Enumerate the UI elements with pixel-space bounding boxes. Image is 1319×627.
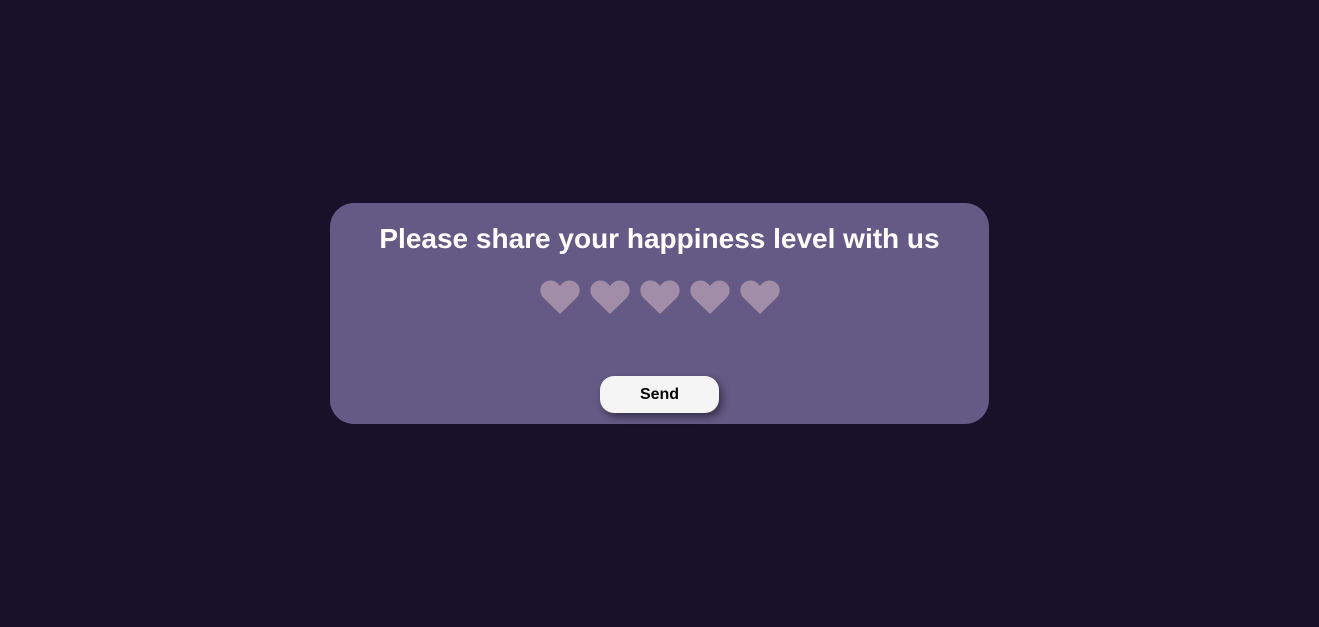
heart-icon[interactable] (539, 279, 581, 315)
feedback-card: Please share your happiness level with u… (330, 203, 989, 424)
card-title: Please share your happiness level with u… (379, 223, 940, 254)
heart-icon[interactable] (739, 279, 781, 315)
page: Please share your happiness level with u… (0, 0, 1319, 627)
heart-icon[interactable] (639, 279, 681, 315)
heart-icon[interactable] (689, 279, 731, 315)
send-button[interactable]: Send (600, 376, 719, 413)
heart-rating (330, 279, 989, 315)
heart-icon[interactable] (589, 279, 631, 315)
